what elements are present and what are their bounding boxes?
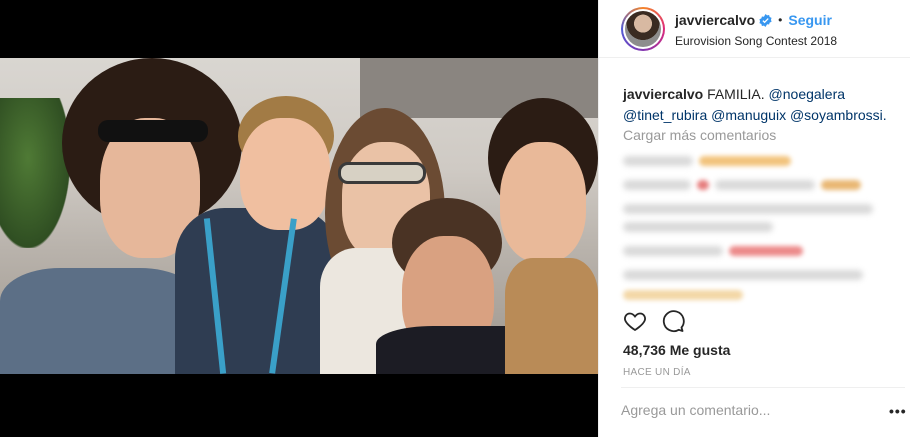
photo-background-plant <box>0 98 70 248</box>
caption-text: FAMILIA. <box>707 86 765 102</box>
blurred-comment-line <box>623 156 693 166</box>
header-separator: • <box>778 13 783 27</box>
blurred-emoji <box>821 180 861 190</box>
mention-link[interactable]: @manuguix <box>711 107 786 123</box>
person-5-face <box>500 142 586 262</box>
post-header: javviercalvo • Seguir Eurovision Song Co… <box>599 0 910 58</box>
more-options-button[interactable]: ••• <box>889 403 907 419</box>
blurred-emoji <box>623 290 743 300</box>
mention-link[interactable]: @soyambrossi. <box>790 107 887 123</box>
post-photo[interactable] <box>0 58 598 374</box>
likes-count[interactable]: 48,736 Me gusta <box>623 342 730 358</box>
blurred-comment-line <box>623 222 773 232</box>
header-user-row: javviercalvo • Seguir <box>675 12 832 28</box>
post-caption: javviercalvo FAMILIA. @noegalera @tinet_… <box>623 84 903 126</box>
blurred-comment-line <box>623 204 873 214</box>
person-3-sunglasses <box>338 162 426 184</box>
blurred-emoji <box>697 180 709 190</box>
caption-author[interactable]: javviercalvo <box>623 86 703 102</box>
person-2-jacket <box>175 208 340 374</box>
blurred-emoji <box>699 156 791 166</box>
mention-link[interactable]: @tinet_rubira <box>623 107 707 123</box>
blurred-comment-line <box>623 246 723 256</box>
blurred-comments <box>621 150 883 300</box>
follow-button[interactable]: Seguir <box>788 12 832 28</box>
blurred-comment-line <box>715 180 815 190</box>
blurred-comment-line <box>623 180 691 190</box>
person-5-jacket <box>505 258 598 374</box>
location-link[interactable]: Eurovision Song Contest 2018 <box>675 34 837 48</box>
person-1-sunglasses <box>98 120 208 142</box>
mention-link[interactable]: @noegalera <box>769 86 846 102</box>
comment-input[interactable] <box>621 402 861 418</box>
username-link[interactable]: javviercalvo <box>675 12 755 28</box>
post-details-panel: javviercalvo • Seguir Eurovision Song Co… <box>598 0 910 437</box>
comment-icon[interactable] <box>661 309 685 333</box>
person-2-face <box>240 118 330 230</box>
post-media-panel <box>0 0 598 437</box>
avatar[interactable] <box>621 7 665 51</box>
blurred-emoji <box>729 246 803 256</box>
post-timestamp[interactable]: HACE UN DÍA <box>623 367 691 378</box>
composer-divider <box>621 387 905 388</box>
verified-badge-icon <box>759 13 772 27</box>
post-actions <box>623 309 685 333</box>
blurred-comment-line <box>623 270 863 280</box>
heart-icon[interactable] <box>623 309 647 333</box>
load-more-comments-link[interactable]: Cargar más comentarios <box>623 127 776 143</box>
person-1-jacket <box>0 268 200 374</box>
avatar-image <box>625 11 661 47</box>
